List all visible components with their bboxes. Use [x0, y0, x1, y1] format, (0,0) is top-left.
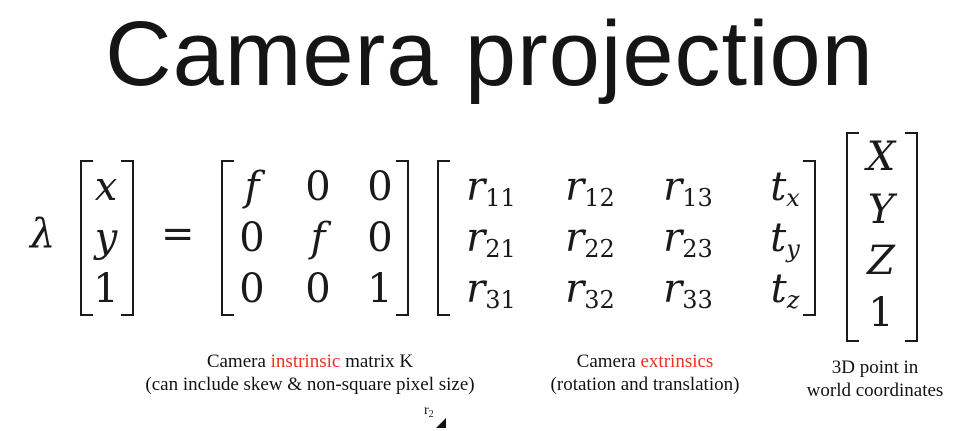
extrinsic-caption-line2: (rotation and translation) — [550, 374, 740, 395]
extrinsic-cell-base: r — [663, 215, 683, 261]
slide-title: Camera projection — [105, 3, 874, 105]
image-vector-x: x — [94, 164, 118, 210]
extrinsic-cell: r11 — [451, 167, 531, 210]
cursor-label-sub: 2 — [428, 409, 434, 420]
extrinsic-cell-subscript: 22 — [584, 235, 615, 263]
intrinsic-cell: 0 — [239, 266, 265, 312]
extrinsic-cell-subscript: z — [786, 286, 800, 314]
extrinsic-cell: r13 — [648, 167, 728, 210]
extrinsic-cell-base: r — [565, 215, 585, 261]
intrinsic-cell: 0 — [305, 266, 331, 312]
extrinsic-cell-subscript: 11 — [485, 184, 516, 212]
extrinsic-cell: tx — [745, 167, 825, 210]
extrinsic-cell-base: t — [770, 266, 787, 312]
world-caption-line1: 3D point in — [831, 357, 919, 378]
cursor-label: r2 — [424, 403, 434, 420]
extrinsic-cell: r32 — [550, 269, 630, 312]
intrinsic-caption-post: matrix K — [340, 351, 414, 372]
extrinsic-cell: tz — [745, 269, 825, 312]
extrinsic-cell-subscript: 23 — [682, 235, 713, 263]
extrinsic-cell: ty — [745, 218, 825, 261]
world-vector-right-bracket — [905, 132, 918, 342]
intrinsic-cell: 0 — [305, 164, 331, 210]
world-caption-line2: world coordinates — [806, 380, 944, 401]
extrinsic-cell-base: t — [770, 215, 787, 261]
extrinsic-cell: r12 — [550, 167, 630, 210]
extrinsic-cell-base: r — [466, 164, 486, 210]
extrinsic-cell-subscript: y — [786, 235, 800, 263]
extrinsic-cell-subscript: 12 — [584, 184, 615, 212]
image-vector-one: 1 — [93, 266, 119, 312]
world-point-caption: 3D point in world coordinates — [780, 356, 970, 402]
extrinsic-cell-base: r — [466, 215, 486, 261]
extrinsic-cell: r31 — [451, 269, 531, 312]
extrinsic-cell-subscript: 33 — [682, 286, 713, 314]
lambda-symbol: λ — [30, 211, 56, 257]
extrinsic-cell-subscript: x — [786, 184, 800, 212]
world-vector-Z: Z — [867, 238, 895, 284]
extrinsic-cell-subscript: 32 — [584, 286, 615, 314]
extrinsic-cell-base: r — [565, 164, 585, 210]
extrinsic-cell-base: t — [770, 164, 787, 210]
extrinsic-cell: r33 — [648, 269, 728, 312]
equals-sign: = — [161, 211, 195, 257]
extrinsic-cell-base: r — [466, 266, 486, 312]
extrinsic-cell: r22 — [550, 218, 630, 261]
intrinsic-caption: Camera instrinsic matrix K (can include … — [110, 350, 510, 396]
intrinsic-cell: 0 — [367, 164, 393, 210]
image-vector-right-bracket — [121, 160, 134, 316]
world-vector-X: X — [866, 134, 896, 180]
world-vector-Y: Y — [867, 187, 895, 233]
world-vector-one: 1 — [868, 290, 894, 336]
extrinsic-cell-subscript: 13 — [682, 184, 713, 212]
extrinsic-cell: r21 — [451, 218, 531, 261]
extrinsic-caption-pre: Camera — [576, 351, 641, 372]
intrinsic-caption-line2: (can include skew & non-square pixel siz… — [145, 374, 475, 395]
image-vector-y: y — [94, 215, 118, 261]
extrinsic-left-bracket — [437, 160, 450, 316]
intrinsic-cell: 0 — [367, 215, 393, 261]
intrinsic-cell: f — [310, 215, 326, 261]
intrinsic-cell: f — [244, 164, 260, 210]
intrinsic-cell: 1 — [367, 266, 393, 312]
extrinsic-cell-base: r — [663, 266, 683, 312]
extrinsic-cell-subscript: 21 — [485, 235, 516, 263]
extrinsic-caption-highlight: extrinsics — [640, 351, 714, 372]
extrinsic-cell-base: r — [565, 266, 585, 312]
extrinsic-cell: r23 — [648, 218, 728, 261]
extrinsic-caption: Camera extrinsics (rotation and translat… — [520, 350, 770, 396]
intrinsic-cell: 0 — [239, 215, 265, 261]
intrinsic-caption-pre: Camera — [206, 351, 271, 372]
extrinsic-cell-base: r — [663, 164, 683, 210]
extrinsic-cell-subscript: 31 — [485, 286, 516, 314]
intrinsic-caption-highlight: instrinsic — [270, 351, 341, 372]
cursor-pointer-icon — [436, 418, 446, 428]
